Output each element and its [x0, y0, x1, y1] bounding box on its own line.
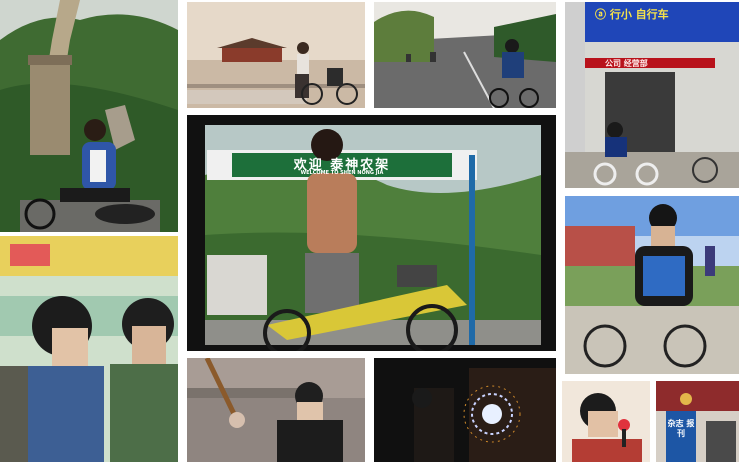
photo-two-friends [0, 236, 178, 462]
photo-rider-with-stick [187, 358, 365, 462]
photo-tiananmen-cyclist [187, 2, 365, 108]
shop-sign-lower: 公司 经营部 [605, 59, 648, 68]
photo-rider-helmet-portrait [565, 196, 739, 374]
road-sign-sub: WELCOME TO SHEN NONG JIA [300, 170, 384, 176]
photo-bike-shop: ⓐ 行小 自行车 公司 经营部 [565, 2, 739, 188]
photo-shennongjia-welcome-sign: 欢迎 泰神农架 WELCOME TO SHEN NONG JIA [187, 115, 556, 351]
photo-great-wall-rider [0, 0, 178, 232]
booth-sign: 杂志 报刊 [667, 419, 695, 438]
photo-night-sparkler [374, 358, 556, 462]
photo-person-microphone [562, 381, 650, 462]
photo-road-cyclists [374, 2, 556, 108]
photo-street-booth: 杂志 报刊 [656, 381, 739, 462]
shop-sign-top: ⓐ 行小 自行车 [595, 8, 669, 21]
